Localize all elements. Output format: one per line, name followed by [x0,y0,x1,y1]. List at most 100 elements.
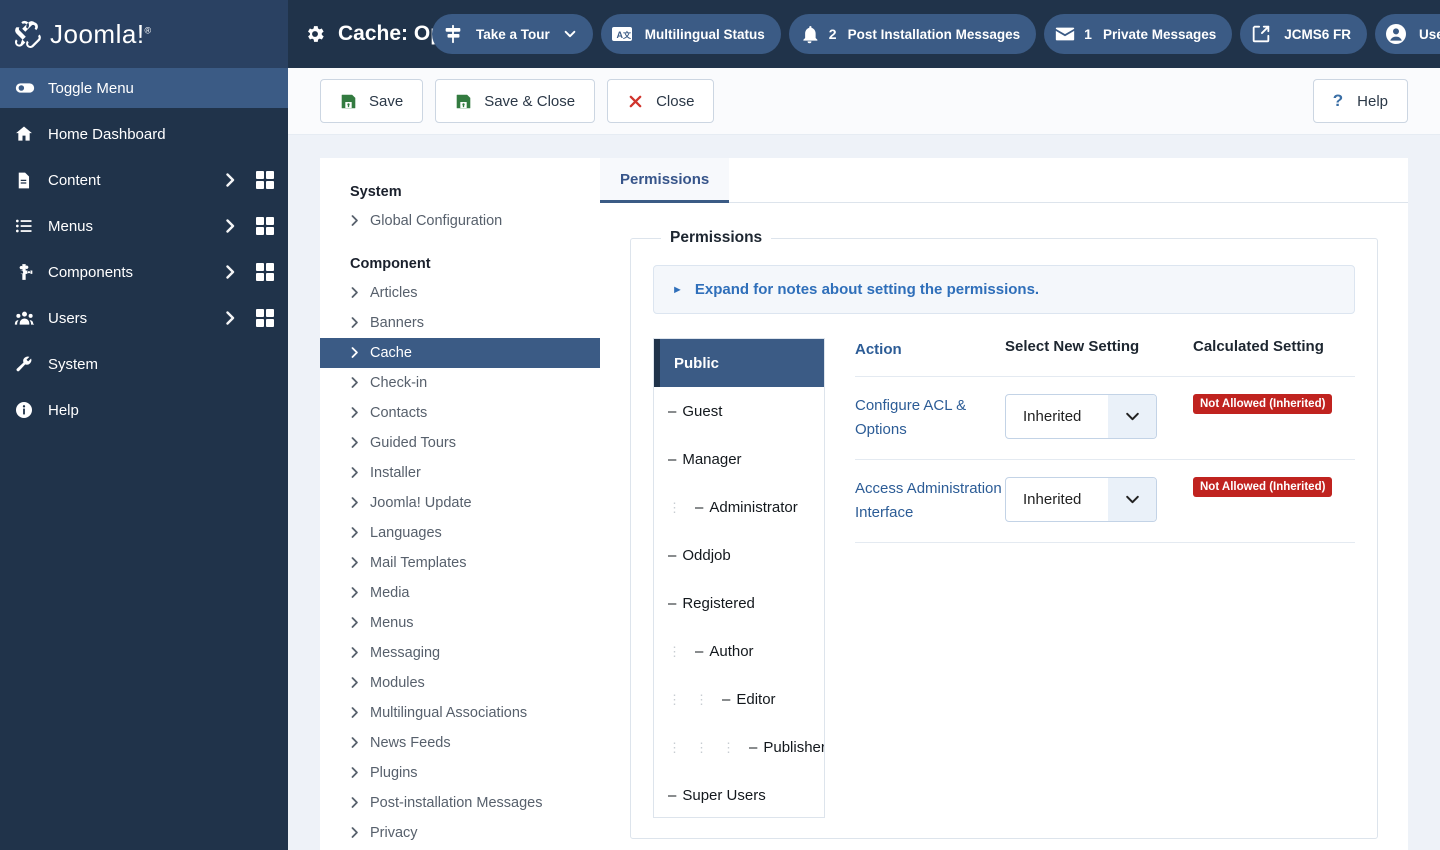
user-menu-button[interactable]: User Menu [1375,14,1440,54]
sidebar-item-toggle-menu[interactable]: Toggle Menu [0,68,288,108]
config-item-media[interactable]: Media [320,578,600,608]
group-item-administrator[interactable]: ⋮ – Administrator [654,483,824,531]
column-header-action: Action [855,341,902,358]
config-item-post-installation-messages[interactable]: Post-installation Messages [320,788,600,818]
config-item-label: Cache [370,345,412,361]
brand-logo-area[interactable]: Joomla!® [0,0,288,68]
permission-action-label: Access Administration Interface [855,480,1002,521]
chevron-right-icon[interactable] [222,310,238,326]
chevron-right-icon[interactable] [222,264,238,280]
group-item-label: Super Users [682,786,766,804]
config-item-global-configuration[interactable]: Global Configuration [320,206,600,236]
config-item-joomla-update[interactable]: Joomla! Update [320,488,600,518]
group-item-guest[interactable]: – Guest [654,387,824,435]
indent-marker-icon: ⋮ [668,739,681,755]
post-installation-messages-button[interactable]: 2 Post Installation Messages [788,14,1037,54]
sidebar-item-menus[interactable]: Menus [0,206,288,246]
column-header-select-new-setting: Select New Setting [1005,338,1140,355]
chevron-down-icon[interactable] [1108,478,1156,521]
config-item-messaging[interactable]: Messaging [320,638,600,668]
help-button[interactable]: ? Help [1312,79,1408,123]
config-item-label: Guided Tours [370,435,456,451]
site-link-button[interactable]: JCMS6 FR [1240,14,1368,54]
permission-setting-select[interactable]: Inherited [1005,477,1157,522]
config-item-installer[interactable]: Installer [320,458,600,488]
take-a-tour-button[interactable]: Take a Tour [432,14,593,54]
sidebar-item-help[interactable]: Help [0,390,288,430]
close-button[interactable]: Close [607,79,715,123]
indent-marker-icon: ⋮ [668,499,681,515]
chevron-right-icon[interactable] [222,218,238,234]
chevron-right-icon[interactable] [222,172,238,188]
chevron-right-icon [348,763,361,782]
sidebar-item-label: Components [48,263,134,281]
group-item-publisher[interactable]: ⋮ ⋮ ⋮ – Publisher [654,723,824,771]
group-item-editor[interactable]: ⋮ ⋮ – Editor [654,675,824,723]
group-item-public[interactable]: Public [654,339,824,387]
config-item-check-in[interactable]: Check-in [320,368,600,398]
save-button[interactable]: Save [320,79,424,123]
save-and-close-button[interactable]: Save & Close [435,79,596,123]
config-item-articles[interactable]: Articles [320,278,600,308]
indent-marker-icon: ⋮ [695,739,708,755]
group-dash: – [668,450,677,468]
config-group-heading: System [350,184,402,200]
brand-registered-mark: ® [144,24,152,35]
config-item-label: Menus [370,615,414,631]
sidebar-item-users[interactable]: Users [0,298,288,338]
config-item-privacy[interactable]: Privacy [320,818,600,848]
config-item-cache[interactable]: Cache [320,338,600,368]
config-item-news-feeds[interactable]: News Feeds [320,728,600,758]
config-item-multilingual-associations[interactable]: Multilingual Associations [320,698,600,728]
status-badge: Not Allowed (Inherited) [1193,394,1333,414]
group-item-registered[interactable]: – Registered [654,579,824,627]
dashboard-grid-icon[interactable] [256,309,274,327]
header-pill-group: Take a Tour A 文 Multilingual Status 2 Po… [432,0,1440,68]
indent-marker-icon: ⋮ [668,643,681,659]
tab-label: Permissions [620,170,710,188]
config-item-label: Multilingual Associations [370,705,528,721]
sidebar-item-label: System [48,355,99,373]
dashboard-grid-icon[interactable] [256,217,274,235]
sidebar-item-system[interactable]: System [0,344,288,384]
sidebar-item-label: Menus [48,217,94,235]
config-item-label: Articles [370,285,418,301]
config-item-guided-tours[interactable]: Guided Tours [320,428,600,458]
save-and-close-button-label: Save & Close [484,92,576,110]
options-card: Permissions Permissions ► Expand for not… [600,158,1408,850]
dashboard-grid-icon[interactable] [256,171,274,189]
config-item-label: Contacts [370,405,428,421]
config-item-contacts[interactable]: Contacts [320,398,600,428]
config-item-banners[interactable]: Banners [320,308,600,338]
sidebar-item-content[interactable]: Content [0,160,288,200]
private-messages-button[interactable]: 1 Private Messages [1044,14,1233,54]
help-button-label: Help [1357,92,1388,110]
group-item-super-users[interactable]: – Super Users [654,771,824,817]
group-item-label: Editor [736,690,776,708]
config-item-plugins[interactable]: Plugins [320,758,600,788]
multilingual-icon: A 文 [608,20,636,48]
permissions-notes-toggle[interactable]: ► Expand for notes about setting the per… [653,265,1355,314]
group-item-author[interactable]: ⋮ – Author [654,627,824,675]
permission-row: Configure ACL & Options Inherited Not Allo… [855,377,1355,460]
chevron-right-icon [348,373,361,392]
group-item-manager[interactable]: – Manager [654,435,824,483]
config-item-mail-templates[interactable]: Mail Templates [320,548,600,578]
config-component-list: Articles Banners Cache Check-in Contacts Guid… [320,278,600,848]
dashboard-grid-icon[interactable] [256,263,274,281]
config-item-menus[interactable]: Menus [320,608,600,638]
tab-permissions[interactable]: Permissions [600,158,730,203]
permissions-body: Public – Guest – Manager ⋮ – Administrator – Oddj… [653,338,1355,818]
chevron-down-icon[interactable] [1108,395,1156,438]
group-item-oddjob[interactable]: – Oddjob [654,531,824,579]
sidebar-item-components[interactable]: Components [0,252,288,292]
config-item-label: Modules [370,675,425,691]
permissions-fieldset: Permissions ► Expand for notes about set… [630,229,1378,839]
config-item-modules[interactable]: Modules [320,668,600,698]
sidebar-item-home-dashboard[interactable]: Home Dashboard [0,114,288,154]
indent-marker-icon: ⋮ [668,691,681,707]
permission-setting-select[interactable]: Inherited [1005,394,1157,439]
config-item-languages[interactable]: Languages [320,518,600,548]
site-link-label: JCMS6 FR [1284,26,1352,42]
multilingual-status-button[interactable]: A 文 Multilingual Status [600,14,781,54]
